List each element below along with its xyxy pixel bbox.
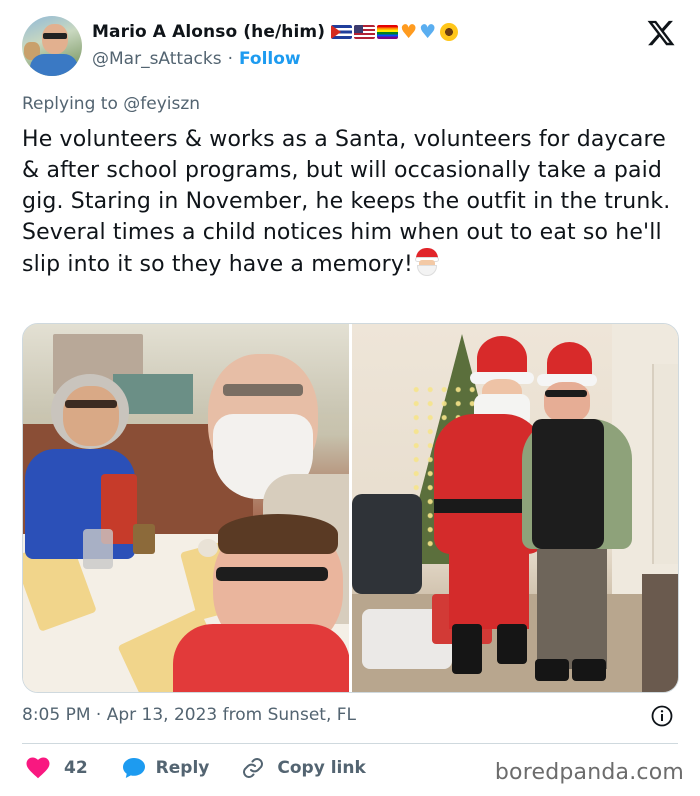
follow-button[interactable]: Follow bbox=[239, 49, 301, 69]
sunflower-icon bbox=[440, 23, 459, 41]
meta-separator: · bbox=[95, 705, 102, 725]
reply-label: Reply bbox=[155, 758, 210, 778]
x-logo-icon[interactable] bbox=[646, 18, 676, 48]
reply-handle[interactable]: @feyiszn bbox=[123, 94, 200, 114]
flag-cuba-icon bbox=[331, 25, 353, 39]
copy-link-label: Copy link bbox=[277, 758, 366, 778]
like-button[interactable]: 42 bbox=[26, 757, 122, 779]
blue-heart-icon: ♥ bbox=[419, 20, 437, 43]
reply-bubble-icon bbox=[122, 758, 145, 778]
like-count: 42 bbox=[64, 758, 88, 778]
rainbow-flag-icon bbox=[377, 25, 399, 39]
tweet-meta: 8:05 PM · Apr 13, 2023 from Sunset, FL bbox=[22, 705, 356, 725]
christmas-tree-photo[interactable] bbox=[352, 324, 678, 692]
media-grid bbox=[22, 323, 679, 693]
reply-context: Replying to @feyiszn bbox=[22, 94, 200, 114]
avatar-shirt bbox=[30, 54, 78, 76]
author-handle-row: @Mar_sAttacks · Follow bbox=[92, 49, 301, 69]
tweet-time[interactable]: 8:05 PM bbox=[22, 705, 91, 725]
tweet-actions: 42 Reply Copy link bbox=[26, 755, 366, 781]
author-name-row: Mario A Alonso (he/him) ♥ ♥ bbox=[92, 20, 459, 44]
handle-separator: · bbox=[227, 49, 233, 69]
reply-prefix: Replying to bbox=[22, 94, 118, 114]
author-handle[interactable]: @Mar_sAttacks bbox=[92, 49, 222, 69]
reply-button[interactable]: Reply bbox=[122, 757, 242, 779]
tweet-header: Mario A Alonso (he/him) ♥ ♥ @Mar_sAttack… bbox=[22, 16, 682, 78]
restaurant-photo[interactable] bbox=[23, 324, 349, 692]
santa-emoji-icon bbox=[413, 248, 441, 276]
avatar[interactable] bbox=[22, 16, 82, 76]
info-icon[interactable] bbox=[650, 704, 674, 728]
heart-icon bbox=[26, 757, 50, 779]
avatar-face bbox=[42, 24, 68, 54]
avatar-glasses bbox=[43, 33, 67, 39]
name-emojis: ♥ ♥ bbox=[331, 20, 459, 43]
orange-heart-icon: ♥ bbox=[400, 20, 418, 43]
tweet-text: He volunteers & works as a Santa, volunt… bbox=[22, 124, 682, 280]
watermark: boredpanda.com bbox=[494, 760, 684, 785]
link-icon bbox=[243, 758, 264, 778]
tweet-date[interactable]: Apr 13, 2023 bbox=[107, 705, 218, 725]
tweet-body: He volunteers & works as a Santa, volunt… bbox=[22, 127, 671, 277]
author-display-name[interactable]: Mario A Alonso (he/him) bbox=[92, 22, 325, 42]
flag-usa-icon bbox=[354, 25, 376, 39]
copy-link-button[interactable]: Copy link bbox=[241, 756, 366, 780]
actions-divider bbox=[22, 743, 678, 744]
tweet-source: from Sunset, FL bbox=[222, 705, 356, 725]
